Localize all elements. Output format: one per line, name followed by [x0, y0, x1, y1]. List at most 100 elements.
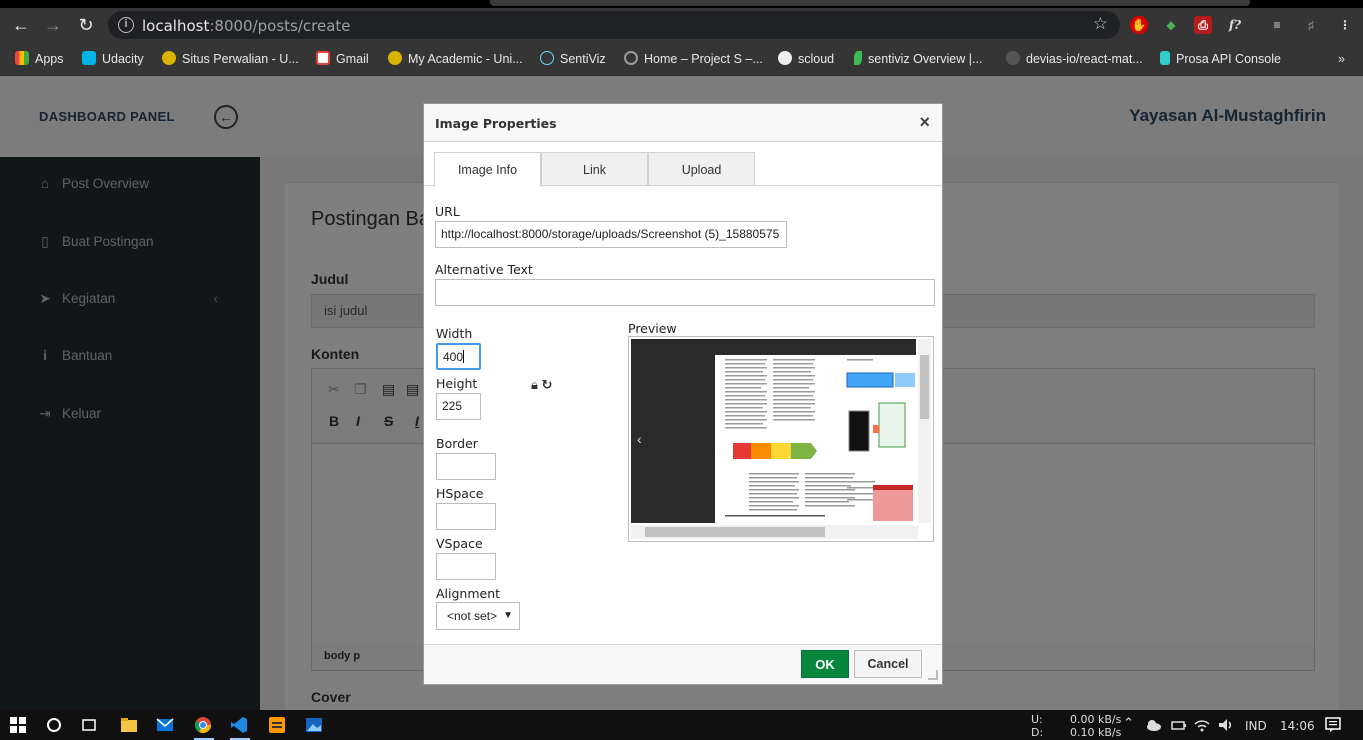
- clock[interactable]: 14:06: [1280, 719, 1315, 733]
- tab-upload[interactable]: Upload: [648, 152, 755, 186]
- vspace-label: VSpace: [436, 536, 483, 551]
- forward-arrow-icon[interactable]: →: [40, 12, 66, 38]
- dialog-title: Image Properties: [435, 116, 557, 131]
- back-arrow-icon[interactable]: ←: [8, 12, 34, 38]
- pdf-extension-icon[interactable]: ⎙: [1194, 16, 1212, 34]
- bookmark-sentiviz[interactable]: SentiViz: [540, 50, 606, 68]
- bookmark-gmail[interactable]: Gmail: [316, 50, 369, 68]
- bookmark-label: Home – Project S –...: [644, 52, 763, 66]
- search-icon[interactable]: [45, 716, 63, 734]
- image-preview[interactable]: ‹: [628, 336, 934, 542]
- bookmark-label: SentiViz: [560, 52, 606, 66]
- task-view-icon[interactable]: [80, 716, 98, 734]
- action-center-icon[interactable]: [1324, 716, 1342, 734]
- alignment-label: Alignment: [436, 586, 501, 601]
- volume-icon[interactable]: [1217, 716, 1235, 734]
- bookmark-my-academic[interactable]: My Academic - Uni...: [388, 50, 523, 68]
- preview-horizontal-scroll-thumb[interactable]: [645, 527, 825, 537]
- site-info-icon[interactable]: i: [118, 17, 134, 33]
- ratio-controls: 🔒︎ ↻: [531, 377, 552, 393]
- upload-rate: 0.00 kB/s: [1070, 713, 1122, 726]
- chevron-left-icon: ‹: [637, 431, 642, 447]
- formula-extension-icon[interactable]: f?: [1226, 16, 1244, 34]
- bookmark-prosa-api[interactable]: Prosa API Console: [1160, 50, 1281, 68]
- resize-handle[interactable]: [928, 670, 938, 680]
- windows-start-icon[interactable]: [9, 716, 27, 734]
- bookmark-devias-github[interactable]: devias-io/react-mat...: [1006, 50, 1143, 68]
- leaf-icon: [854, 51, 862, 65]
- bookmark-label: Udacity: [102, 52, 144, 66]
- bookmark-label: sentiviz Overview |...: [868, 52, 983, 66]
- hspace-input[interactable]: [436, 503, 496, 530]
- university-seal-icon: [162, 51, 176, 65]
- ok-button[interactable]: OK: [801, 650, 849, 678]
- media-queue-icon[interactable]: ≡: [1268, 16, 1286, 34]
- cloud-icon: [778, 51, 792, 65]
- address-url[interactable]: localhost:8000/posts/create: [142, 17, 351, 35]
- preview-image: ‹: [631, 339, 918, 523]
- github-icon: [1006, 51, 1020, 65]
- close-icon[interactable]: ×: [919, 112, 930, 133]
- tab-image-info[interactable]: Image Info: [434, 152, 541, 187]
- active-tab[interactable]: [490, 0, 1250, 6]
- bookmarks-bar: Apps Udacity Situs Perwalian - U... Gmai…: [0, 42, 1363, 76]
- preview-vertical-scroll-thumb[interactable]: [920, 355, 929, 419]
- alt-text-input[interactable]: [435, 279, 935, 306]
- chrome-icon[interactable]: [194, 716, 212, 734]
- alignment-select[interactable]: <not set> ▼: [436, 602, 520, 630]
- dropdown-arrow-icon: ▼: [503, 610, 513, 621]
- bookmark-apps[interactable]: Apps: [15, 50, 64, 68]
- url-input[interactable]: http://localhost:8000/storage/uploads/Sc…: [435, 221, 787, 248]
- text-caret: [463, 350, 465, 363]
- url-path: :8000/posts/create: [209, 17, 351, 35]
- browser-menu-icon[interactable]: ⋮: [1336, 16, 1354, 34]
- upload-label: U:: [1031, 713, 1043, 726]
- url-host: localhost: [142, 17, 210, 35]
- adblock-extension-icon[interactable]: ✋: [1130, 16, 1148, 34]
- react-icon: [540, 51, 554, 65]
- bookmark-scloud[interactable]: scloud: [778, 50, 834, 68]
- gear-icon: [624, 51, 638, 65]
- border-input[interactable]: [436, 453, 496, 480]
- battery-icon[interactable]: [1170, 716, 1188, 734]
- border-label: Border: [436, 436, 478, 451]
- reload-icon[interactable]: ↻: [73, 12, 99, 38]
- sublime-text-icon[interactable]: [268, 716, 286, 734]
- tab-link[interactable]: Link: [541, 152, 648, 186]
- chevron-up-icon[interactable]: ⌃: [1123, 716, 1134, 731]
- windows-taskbar: U: D: 0.00 kB/s 0.10 kB/s ⌃ IND 14:06: [0, 710, 1363, 740]
- url-label: URL: [435, 204, 460, 219]
- dialog-header[interactable]: Image Properties ×: [424, 104, 942, 142]
- cloud-icon[interactable]: [1145, 716, 1163, 734]
- file-explorer-icon[interactable]: [120, 716, 138, 734]
- bookmark-label: Apps: [35, 52, 64, 66]
- color-extension-icon[interactable]: ◆: [1162, 16, 1180, 34]
- language-indicator[interactable]: IND: [1245, 719, 1267, 733]
- extensions-icon[interactable]: ♯: [1302, 16, 1320, 34]
- photos-icon[interactable]: [305, 716, 323, 734]
- cancel-button[interactable]: Cancel: [854, 650, 922, 678]
- width-input[interactable]: 400: [436, 343, 481, 370]
- bookmark-label: Gmail: [336, 52, 369, 66]
- bookmarks-overflow-icon[interactable]: »: [1338, 50, 1345, 68]
- bookmark-star-icon[interactable]: ☆: [1093, 14, 1108, 34]
- wifi-icon[interactable]: [1193, 716, 1211, 734]
- reset-size-icon[interactable]: ↻: [542, 377, 553, 392]
- address-bar[interactable]: i localhost:8000/posts/create ☆: [108, 11, 1120, 39]
- bookmark-udacity[interactable]: Udacity: [82, 50, 144, 68]
- mail-icon[interactable]: [156, 716, 174, 734]
- image-properties-dialog: Image Properties × Image Info Link Uploa…: [423, 103, 943, 685]
- bookmark-home-project[interactable]: Home – Project S –...: [624, 50, 763, 68]
- lock-ratio-icon[interactable]: 🔒︎: [531, 377, 538, 392]
- vscode-icon[interactable]: [230, 716, 248, 734]
- download-rate: 0.10 kB/s: [1070, 726, 1122, 739]
- width-label: Width: [436, 326, 473, 341]
- height-input[interactable]: 225: [436, 393, 481, 420]
- bookmark-sentiviz-overview[interactable]: sentiviz Overview |...: [854, 50, 982, 68]
- dialog-tabs: Image Info Link Upload: [424, 152, 942, 187]
- bookmark-label: scloud: [798, 52, 835, 66]
- browser-toolbar: ← → ↻ i localhost:8000/posts/create ☆ ✋ …: [0, 8, 1363, 42]
- vspace-input[interactable]: [436, 553, 496, 580]
- bookmark-situs-perwalian[interactable]: Situs Perwalian - U...: [162, 50, 299, 68]
- hspace-label: HSpace: [436, 486, 484, 501]
